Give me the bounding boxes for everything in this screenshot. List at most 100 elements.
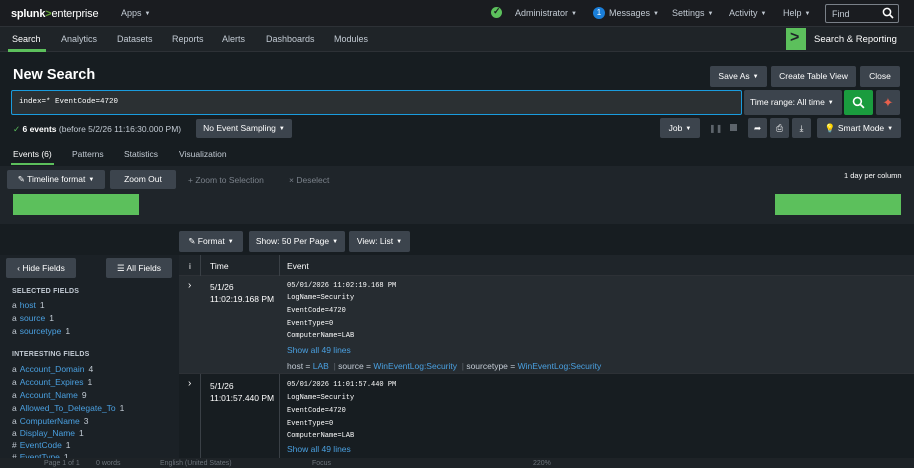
health-ok-icon[interactable]: ✓ bbox=[491, 6, 502, 18]
word-count: 0 words bbox=[96, 460, 121, 467]
timeline-bar[interactable] bbox=[13, 194, 139, 215]
show-all-lines-link[interactable]: Show all 49 lines bbox=[287, 345, 351, 355]
nav-search[interactable]: Search bbox=[12, 34, 41, 44]
active-tab-underline bbox=[8, 49, 46, 52]
language[interactable]: English (United States) bbox=[160, 460, 232, 467]
tab-statistics[interactable]: Statistics bbox=[124, 149, 158, 159]
event-line: EventType=0 bbox=[287, 320, 334, 328]
app-icon[interactable]: > bbox=[786, 28, 806, 50]
zoom-to-selection-button[interactable]: + Zoom to Selection bbox=[188, 175, 264, 185]
event-meta: host = LAB | source = WinEventLog:Securi… bbox=[287, 361, 602, 371]
timeline-format-dropdown[interactable]: ✎ Timeline format ▼ bbox=[7, 170, 105, 189]
event-count: ✓ 6 events (before 5/2/26 11:16:30.000 P… bbox=[13, 124, 182, 134]
nav-alerts[interactable]: Alerts bbox=[222, 34, 245, 44]
expand-chevron-icon[interactable]: › bbox=[188, 280, 191, 291]
host-value[interactable]: LAB bbox=[313, 361, 329, 371]
field-host[interactable]: a host 1 bbox=[12, 300, 45, 310]
event-line: EventType=0 bbox=[287, 420, 334, 428]
field-computername[interactable]: a ComputerName 3 bbox=[12, 416, 88, 426]
event-line: EventCode=4720 bbox=[287, 307, 346, 315]
time-range-picker[interactable]: Time range: All time ▼ bbox=[744, 90, 842, 115]
source-value[interactable]: WinEventLog:Security bbox=[373, 361, 457, 371]
nav-dashboards[interactable]: Dashboards bbox=[266, 34, 315, 44]
view-dropdown[interactable]: View: List ▼ bbox=[349, 231, 410, 252]
share-icon[interactable]: ➦ bbox=[748, 118, 767, 138]
activity-menu[interactable]: Activity ▼ bbox=[729, 8, 766, 18]
print-icon[interactable]: ⎙ bbox=[770, 118, 789, 138]
event-time: 5/1/26 11:02:19.168 PM bbox=[210, 282, 275, 304]
search-input[interactable]: index=* EventCode=4720 bbox=[11, 90, 742, 115]
help-menu[interactable]: Help ▼ bbox=[783, 8, 810, 18]
per-page-dropdown[interactable]: Show: 50 Per Page ▼ bbox=[249, 231, 345, 252]
col-time[interactable]: Time bbox=[210, 261, 229, 271]
events-tab-underline bbox=[11, 163, 54, 165]
export-icon[interactable]: ⤓ bbox=[792, 118, 811, 138]
save-as-button[interactable]: Save As ▼ bbox=[710, 66, 767, 87]
splunk-logo[interactable]: splunk>enterprise bbox=[11, 8, 99, 20]
smart-mode-dropdown[interactable]: 💡 Smart Mode ▼ bbox=[817, 118, 901, 138]
field-source[interactable]: a source 1 bbox=[12, 313, 54, 323]
page-count: Page 1 of 1 bbox=[44, 460, 80, 467]
field-display-name[interactable]: a Display_Name 1 bbox=[12, 428, 84, 438]
deselect-button[interactable]: × Deselect bbox=[289, 175, 329, 185]
selected-fields-title: SELECTED FIELDS bbox=[12, 288, 80, 295]
show-all-lines-link[interactable]: Show all 49 lines bbox=[287, 444, 351, 454]
event-line: LogName=Security bbox=[287, 394, 355, 402]
field-account-name[interactable]: a Account_Name 9 bbox=[12, 390, 87, 400]
app-title: Search & Reporting bbox=[814, 34, 897, 45]
search-icon bbox=[852, 96, 865, 109]
zoom-out-button[interactable]: Zoom Out bbox=[110, 170, 176, 189]
field-eventcode[interactable]: # EventCode 1 bbox=[12, 440, 71, 450]
run-search-button[interactable] bbox=[844, 90, 873, 115]
col-event: Event bbox=[287, 261, 309, 271]
zoom-level[interactable]: 220% bbox=[533, 460, 551, 467]
field-sourcetype[interactable]: a sourcetype 1 bbox=[12, 326, 70, 336]
focus-mode[interactable]: Focus bbox=[312, 460, 331, 467]
page-title: New Search bbox=[13, 67, 96, 83]
event-line: ComputerName=LAB bbox=[287, 432, 355, 440]
col-info: i bbox=[189, 261, 191, 271]
tab-visualization[interactable]: Visualization bbox=[179, 149, 227, 159]
apps-menu[interactable]: Apps ▼ bbox=[121, 8, 150, 18]
stop-icon[interactable] bbox=[730, 124, 737, 131]
field-account-domain[interactable]: a Account_Domain 4 bbox=[12, 364, 93, 374]
settings-menu[interactable]: Settings ▼ bbox=[672, 8, 713, 18]
ai-assistant-sparkle-icon[interactable]: ✦ bbox=[876, 90, 900, 115]
event-line: ComputerName=LAB bbox=[287, 332, 355, 340]
interesting-fields-title: INTERESTING FIELDS bbox=[12, 351, 90, 358]
bulb-icon: 💡 bbox=[824, 123, 836, 133]
row-divider bbox=[179, 373, 914, 374]
app-nav-bar: Search Analytics Datasets Reports Alerts… bbox=[0, 27, 914, 52]
create-table-view-button[interactable]: Create Table View bbox=[771, 66, 856, 87]
event-line: 05/01/2026 11:01:57.440 PM bbox=[287, 381, 397, 389]
nav-modules[interactable]: Modules bbox=[334, 34, 368, 44]
format-dropdown[interactable]: ✎ Format ▼ bbox=[179, 231, 243, 252]
timeline-bar[interactable] bbox=[775, 194, 901, 215]
event-time: 5/1/26 11:01:57.440 PM bbox=[210, 381, 275, 403]
nav-reports[interactable]: Reports bbox=[172, 34, 204, 44]
search-icon bbox=[882, 7, 894, 19]
event-sampling-dropdown[interactable]: No Event Sampling ▼ bbox=[196, 119, 292, 138]
admin-menu[interactable]: Administrator ▼ bbox=[515, 8, 577, 18]
event-line: 05/01/2026 11:02:19.168 PM bbox=[287, 282, 397, 290]
nav-datasets[interactable]: Datasets bbox=[117, 34, 153, 44]
hide-fields-button[interactable]: ‹ Hide Fields bbox=[6, 258, 76, 278]
field-allowed-to-delegate[interactable]: a Allowed_To_Delegate_To 1 bbox=[12, 403, 124, 413]
os-status-bar: Page 1 of 1 0 words English (United Stat… bbox=[0, 458, 914, 468]
messages-menu[interactable]: Messages ▼ bbox=[609, 8, 659, 18]
nav-analytics[interactable]: Analytics bbox=[61, 34, 97, 44]
pause-icon[interactable]: ❚❚ bbox=[709, 124, 722, 133]
messages-count-badge[interactable]: 1 bbox=[593, 7, 605, 19]
timeline-scale-label: 1 day per column bbox=[844, 171, 902, 180]
event-line: EventCode=4720 bbox=[287, 407, 346, 415]
all-fields-button[interactable]: ☰ All Fields bbox=[106, 258, 172, 278]
expand-chevron-icon[interactable]: › bbox=[188, 378, 191, 389]
find-input[interactable]: Find bbox=[825, 4, 899, 23]
sourcetype-value[interactable]: WinEventLog:Security bbox=[518, 361, 602, 371]
event-line: LogName=Security bbox=[287, 294, 355, 302]
close-button[interactable]: Close bbox=[860, 66, 900, 87]
field-account-expires[interactable]: a Account_Expires 1 bbox=[12, 377, 92, 387]
job-menu[interactable]: Job ▼ bbox=[660, 118, 700, 138]
tab-events[interactable]: Events (6) bbox=[13, 149, 52, 159]
tab-patterns[interactable]: Patterns bbox=[72, 149, 104, 159]
